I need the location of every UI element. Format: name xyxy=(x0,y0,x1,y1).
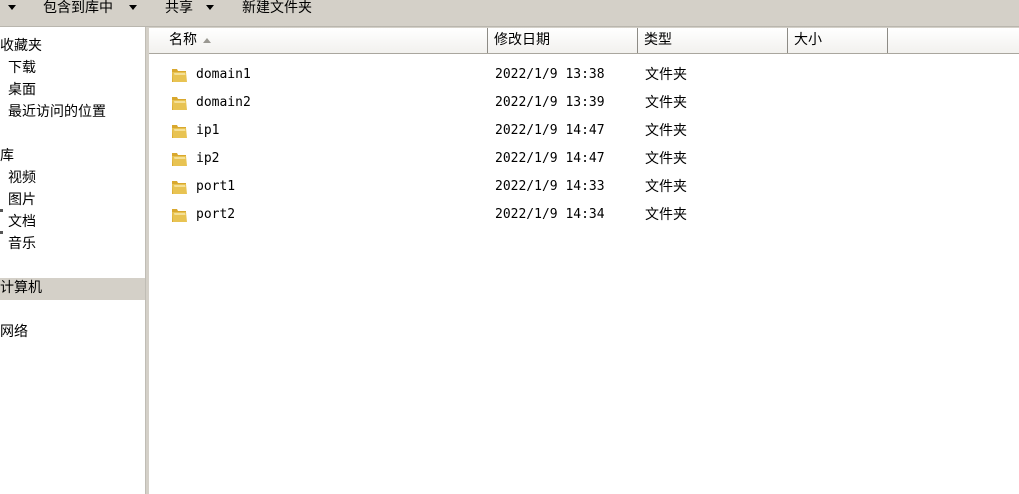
column-header-type[interactable]: 类型 xyxy=(638,28,788,53)
file-name: ip2 xyxy=(196,151,220,166)
file-row[interactable]: domain2 2022/1/9 13:39 文件夹 xyxy=(149,89,1019,117)
include-in-library-arrow-icon[interactable] xyxy=(129,5,137,10)
folder-icon xyxy=(172,69,187,82)
share-arrow-icon[interactable] xyxy=(206,5,214,10)
command-bar: 包含到库中 共享 新建文件夹 xyxy=(0,0,1019,27)
file-name: domain2 xyxy=(196,95,251,110)
organize-dropdown-arrow-icon[interactable] xyxy=(8,5,16,10)
nav-recent-places[interactable]: 最近访问的位置 xyxy=(8,103,106,121)
column-header-name[interactable]: 名称 xyxy=(163,28,488,53)
navigation-pane: 收藏夹 下载 桌面 最近访问的位置 库 视频 图片 文档 音乐 计算机 网络 xyxy=(0,27,145,494)
file-modified: 2022/1/9 14:34 xyxy=(495,207,605,222)
file-row[interactable]: port1 2022/1/9 14:33 文件夹 xyxy=(149,173,1019,201)
share-button[interactable]: 共享 xyxy=(165,0,193,16)
file-modified: 2022/1/9 13:38 xyxy=(495,67,605,82)
sort-ascending-icon xyxy=(203,37,211,43)
file-name: port2 xyxy=(196,207,236,222)
file-name: domain1 xyxy=(196,67,251,82)
folder-icon xyxy=(172,153,187,166)
nav-network[interactable]: 网络 xyxy=(0,323,28,341)
file-modified: 2022/1/9 13:39 xyxy=(495,95,605,110)
file-row[interactable]: domain1 2022/1/9 13:38 文件夹 xyxy=(149,61,1019,89)
column-type-label: 类型 xyxy=(644,32,672,48)
nav-videos[interactable]: 视频 xyxy=(8,169,36,187)
nav-pictures[interactable]: 图片 xyxy=(8,191,36,209)
file-type: 文件夹 xyxy=(645,207,687,223)
file-row[interactable]: port2 2022/1/9 14:34 文件夹 xyxy=(149,201,1019,229)
column-size-label: 大小 xyxy=(794,32,822,48)
column-modified-label: 修改日期 xyxy=(494,32,550,48)
nav-desktop[interactable]: 桌面 xyxy=(8,81,36,99)
nav-documents[interactable]: 文档 xyxy=(8,213,36,231)
tree-expander-icon xyxy=(0,231,3,234)
nav-libraries[interactable]: 库 xyxy=(0,147,14,165)
file-name: ip1 xyxy=(196,123,220,138)
column-header-row: 名称 修改日期 类型 大小 xyxy=(149,27,1019,54)
folder-icon xyxy=(172,181,187,194)
nav-downloads[interactable]: 下载 xyxy=(8,59,36,77)
file-type: 文件夹 xyxy=(645,67,687,83)
file-modified: 2022/1/9 14:33 xyxy=(495,179,605,194)
include-in-library-button[interactable]: 包含到库中 xyxy=(43,0,113,16)
nav-computer[interactable]: 计算机 xyxy=(0,278,145,300)
folder-icon xyxy=(172,97,187,110)
file-type: 文件夹 xyxy=(645,123,687,139)
file-modified: 2022/1/9 14:47 xyxy=(495,123,605,138)
nav-music[interactable]: 音乐 xyxy=(8,235,36,253)
file-row[interactable]: ip1 2022/1/9 14:47 文件夹 xyxy=(149,117,1019,145)
column-header-modified[interactable]: 修改日期 xyxy=(488,28,638,53)
file-modified: 2022/1/9 14:47 xyxy=(495,151,605,166)
file-name: port1 xyxy=(196,179,236,194)
nav-favorites[interactable]: 收藏夹 xyxy=(0,37,42,55)
file-row[interactable]: ip2 2022/1/9 14:47 文件夹 xyxy=(149,145,1019,173)
nav-computer-label: 计算机 xyxy=(0,280,42,296)
folder-icon xyxy=(172,125,187,138)
file-list: 名称 修改日期 类型 大小 domain1 2022/1/9 13:38 文件夹 do… xyxy=(149,27,1019,494)
column-header-size[interactable]: 大小 xyxy=(788,28,888,53)
new-folder-button[interactable]: 新建文件夹 xyxy=(242,0,312,16)
file-type: 文件夹 xyxy=(645,95,687,111)
column-name-label: 名称 xyxy=(169,32,197,48)
file-type: 文件夹 xyxy=(645,151,687,167)
file-type: 文件夹 xyxy=(645,179,687,195)
tree-expander-icon xyxy=(0,209,3,212)
folder-icon xyxy=(172,209,187,222)
